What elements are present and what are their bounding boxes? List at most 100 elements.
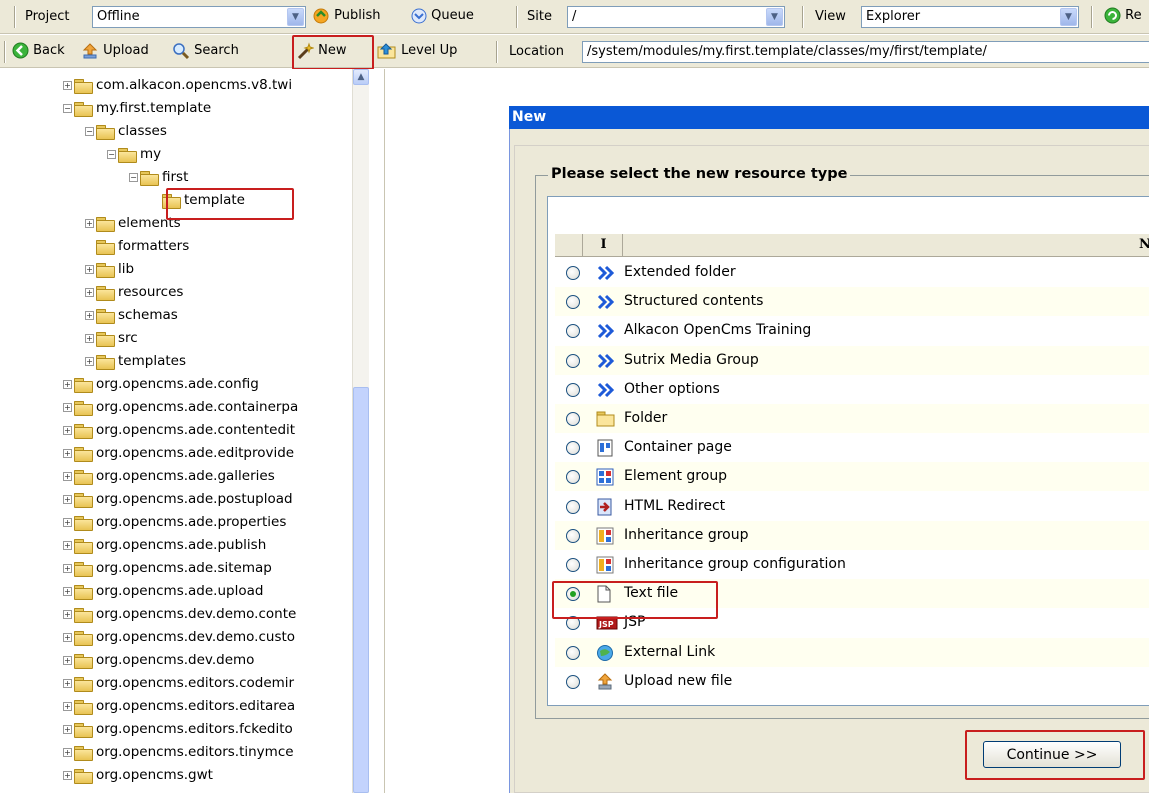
- chevron-down-icon[interactable]: ▼: [1060, 8, 1077, 26]
- header-icon-column[interactable]: I: [585, 234, 623, 256]
- tree-item[interactable]: + org.opencms.ade.contentedit: [63, 419, 295, 441]
- radio-button[interactable]: [566, 295, 580, 310]
- expand-icon[interactable]: +: [63, 701, 72, 711]
- expand-icon[interactable]: +: [63, 655, 72, 665]
- expand-icon[interactable]: +: [63, 425, 72, 435]
- expand-icon[interactable]: +: [63, 494, 72, 504]
- publish-button[interactable]: Publish: [312, 6, 380, 28]
- queue-button[interactable]: Queue: [411, 6, 474, 28]
- resource-type-row[interactable]: Folder: [555, 404, 1149, 433]
- expand-icon[interactable]: +: [63, 632, 72, 642]
- tree-item[interactable]: + org.opencms.editors.codemir: [63, 672, 294, 694]
- chevron-down-icon[interactable]: ▼: [287, 8, 304, 26]
- radio-button[interactable]: [566, 324, 580, 339]
- resource-type-row[interactable]: Element group: [555, 462, 1149, 492]
- search-button[interactable]: Search: [172, 41, 239, 63]
- expand-icon[interactable]: +: [63, 678, 72, 688]
- expand-icon[interactable]: +: [85, 287, 94, 297]
- expand-icon[interactable]: +: [63, 586, 72, 596]
- chevron-down-icon[interactable]: ▼: [766, 8, 783, 26]
- radio-button[interactable]: [566, 382, 580, 397]
- resource-type-row[interactable]: Extended folder: [555, 258, 1149, 287]
- expand-icon[interactable]: +: [63, 517, 72, 527]
- radio-button[interactable]: [566, 499, 580, 514]
- resource-type-row[interactable]: Sutrix Media Group: [555, 345, 1149, 375]
- tree-item[interactable]: + org.opencms.editors.tinymce: [63, 741, 294, 763]
- location-input[interactable]: /system/modules/my.first.template/classe…: [582, 41, 1149, 63]
- tree-item[interactable]: − first: [129, 166, 188, 188]
- radio-button[interactable]: [566, 266, 580, 280]
- tree-scrollbar-thumb[interactable]: [353, 387, 369, 793]
- expand-icon[interactable]: +: [63, 471, 72, 481]
- expand-icon[interactable]: +: [85, 264, 94, 274]
- resource-type-row[interactable]: Container page: [555, 433, 1149, 462]
- tree-item[interactable]: + org.opencms.ade.galleries: [63, 465, 275, 487]
- expand-icon[interactable]: +: [63, 747, 72, 757]
- tree-item[interactable]: + org.opencms.ade.postupload: [63, 488, 293, 510]
- collapse-icon[interactable]: −: [107, 149, 116, 159]
- collapse-icon[interactable]: −: [85, 126, 94, 136]
- tree-item[interactable]: + com.alkacon.opencms.v8.twi: [63, 74, 292, 96]
- tree-item[interactable]: − my.first.template: [63, 97, 211, 119]
- back-button[interactable]: Back: [12, 41, 65, 63]
- resource-type-row[interactable]: Inheritance group: [555, 520, 1149, 550]
- tree-item[interactable]: + org.opencms.ade.containerpa: [63, 396, 298, 418]
- collapse-icon[interactable]: −: [63, 103, 72, 113]
- expand-icon[interactable]: +: [85, 356, 94, 366]
- expand-icon[interactable]: +: [63, 448, 72, 458]
- expand-icon[interactable]: +: [85, 333, 94, 343]
- expand-icon[interactable]: +: [85, 218, 94, 228]
- header-name-column[interactable]: N: [1139, 234, 1149, 256]
- resource-type-row[interactable]: Upload new file: [555, 667, 1149, 696]
- expand-icon[interactable]: +: [63, 770, 72, 780]
- tree-item[interactable]: + org.opencms.ade.publish: [63, 534, 266, 556]
- tree-item[interactable]: + org.opencms.editors.fckedito: [63, 718, 293, 740]
- resource-type-row[interactable]: Other options: [555, 375, 1149, 404]
- expand-icon[interactable]: +: [63, 724, 72, 734]
- tree-item[interactable]: + src: [85, 327, 138, 349]
- tree-item[interactable]: + org.opencms.ade.upload: [63, 580, 263, 602]
- expand-icon[interactable]: +: [63, 379, 72, 389]
- resource-type-row[interactable]: Inheritance group configuration: [555, 550, 1149, 579]
- expand-icon[interactable]: +: [63, 402, 72, 412]
- tree-item[interactable]: + schemas: [85, 304, 178, 326]
- radio-button[interactable]: [566, 353, 580, 368]
- tree-item[interactable]: + templates: [85, 350, 186, 372]
- radio-button[interactable]: [566, 470, 580, 485]
- tree-item[interactable]: − classes: [85, 120, 167, 142]
- tree-item[interactable]: − my: [107, 143, 161, 165]
- resource-type-row[interactable]: HTML Redirect: [555, 492, 1149, 521]
- tree-item[interactable]: + resources: [85, 281, 183, 303]
- tree-item[interactable]: + org.opencms.dev.demo.conte: [63, 603, 296, 625]
- expand-icon[interactable]: +: [63, 609, 72, 619]
- collapse-icon[interactable]: −: [129, 172, 138, 182]
- tree-item[interactable]: + org.opencms.dev.demo: [63, 649, 254, 671]
- scroll-up-icon[interactable]: ▲: [353, 69, 369, 85]
- radio-button[interactable]: [566, 528, 580, 543]
- radio-button[interactable]: [566, 441, 580, 456]
- upload-button[interactable]: Upload: [81, 41, 149, 63]
- resource-type-row[interactable]: Alkacon OpenCms Training: [555, 316, 1149, 345]
- tree-item[interactable]: + org.opencms.gwt: [63, 764, 213, 786]
- site-select[interactable]: / ▼: [567, 6, 785, 28]
- tree-item[interactable]: + org.opencms.ade.config: [63, 373, 259, 395]
- project-select[interactable]: Offline ▼: [92, 6, 306, 28]
- tree-item[interactable]: + org.opencms.ade.properties: [63, 511, 286, 533]
- tree-item[interactable]: + org.opencms.editors.editarea: [63, 695, 295, 717]
- level-up-button[interactable]: Level Up: [377, 41, 457, 63]
- expand-icon[interactable]: +: [63, 80, 72, 90]
- tree-item[interactable]: formatters: [85, 235, 189, 257]
- expand-icon[interactable]: +: [85, 310, 94, 320]
- expand-icon[interactable]: +: [63, 563, 72, 573]
- resource-type-row[interactable]: External Link: [555, 637, 1149, 667]
- tree-item[interactable]: + org.opencms.ade.editprovide: [63, 442, 294, 464]
- tree-item[interactable]: + org.opencms.ade.sitemap: [63, 557, 272, 579]
- radio-button[interactable]: [566, 674, 580, 689]
- view-select[interactable]: Explorer ▼: [861, 6, 1079, 28]
- tree-item[interactable]: + lib: [85, 258, 134, 280]
- tree-item[interactable]: + org.opencms.dev.demo.custo: [63, 626, 295, 648]
- radio-button[interactable]: [566, 412, 580, 426]
- expand-icon[interactable]: +: [63, 540, 72, 550]
- resource-type-row[interactable]: Structured contents: [555, 287, 1149, 317]
- reload-button[interactable]: Re: [1104, 6, 1142, 28]
